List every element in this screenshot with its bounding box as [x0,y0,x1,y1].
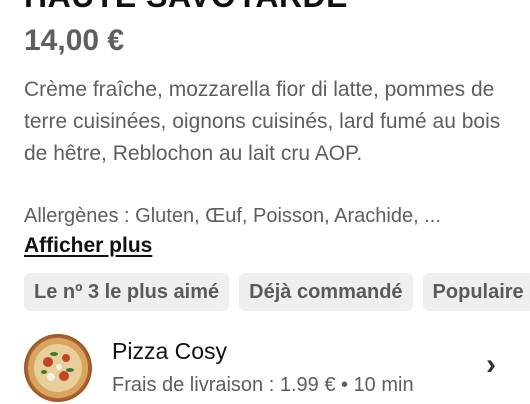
store-row[interactable]: Pizza Cosy Frais de livraison : 1.99 € •… [24,334,506,402]
tag-ranking[interactable]: Le nº 3 le plus aimé [24,273,230,311]
product-detail-page: HAUTE SAVOYARDE 14,00 € Crème fraîche, m… [0,0,530,404]
show-more-link[interactable]: Afficher plus [24,234,152,258]
tag-popular[interactable]: Populaire [422,273,530,311]
store-logo [24,334,92,402]
product-title: HAUTE SAVOYARDE [24,0,348,15]
pizza-logo-icon [28,338,88,398]
store-delivery-info: Frais de livraison : 1.99 € • 10 min [112,374,414,396]
chevron-right-icon[interactable]: › [486,350,496,380]
tag-already-ordered[interactable]: Déjà commandé [239,273,413,311]
product-description: Crème fraîche, mozzarella fior di latte,… [24,78,501,165]
tags-row: Le nº 3 le plus aimé Déjà commandé Popul… [24,273,530,311]
product-price: 14,00 € [24,24,125,57]
store-name: Pizza Cosy [112,338,228,364]
allergens-text: Allergènes : Gluten, Œuf, Poisson, Arach… [24,205,441,227]
